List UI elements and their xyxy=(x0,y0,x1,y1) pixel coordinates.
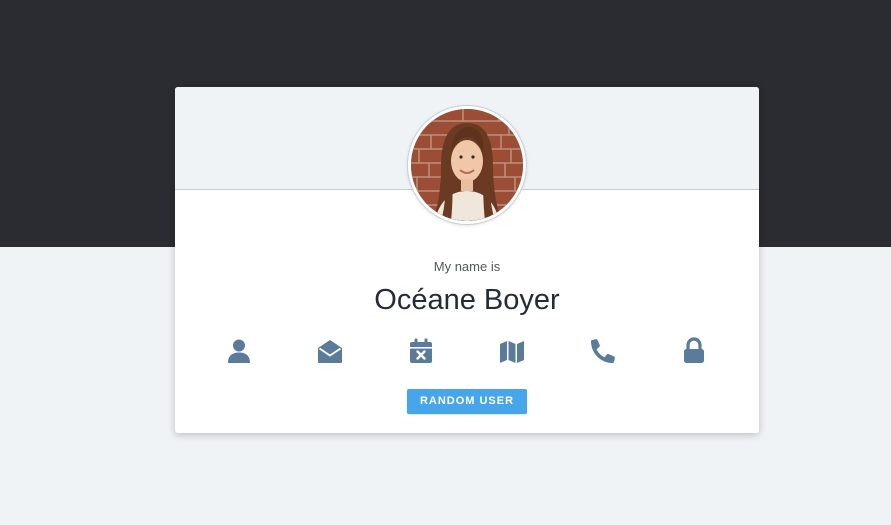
profile-label: My name is xyxy=(433,259,501,274)
avatar xyxy=(408,106,526,224)
profile-value: Océane Boyer xyxy=(374,284,560,316)
envelope-open-icon[interactable] xyxy=(316,337,344,365)
user-card: My name is Océane Boyer RANDOM USER xyxy=(175,87,759,433)
info-icon-row xyxy=(175,337,759,367)
phone-icon[interactable] xyxy=(589,337,617,365)
user-icon[interactable] xyxy=(225,337,253,365)
random-user-button[interactable]: RANDOM USER xyxy=(407,389,527,414)
lock-icon[interactable] xyxy=(680,337,708,365)
map-icon[interactable] xyxy=(498,337,526,365)
calendar-times-icon[interactable] xyxy=(407,337,435,365)
